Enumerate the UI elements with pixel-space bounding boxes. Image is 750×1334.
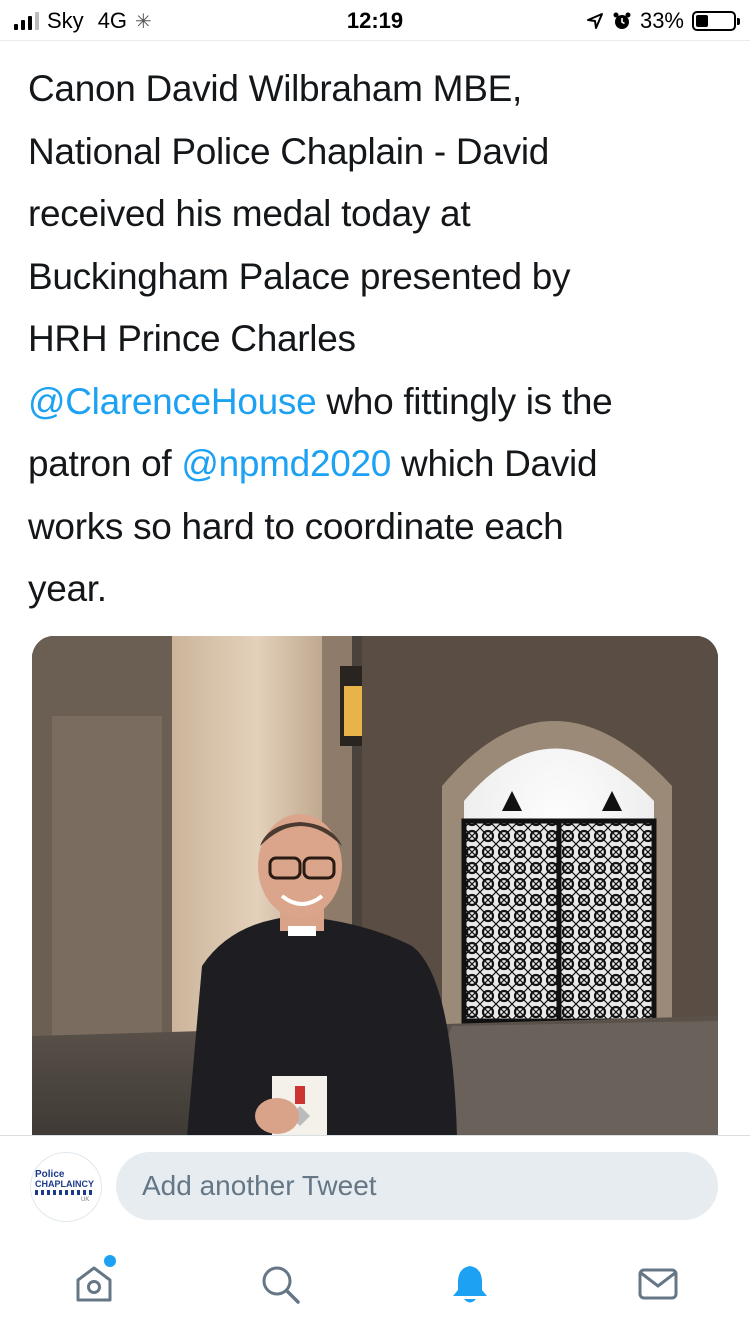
tweet-text-segment: HRH Prince Charles bbox=[28, 318, 356, 359]
search-icon[interactable] bbox=[258, 1262, 302, 1306]
avatar-checkerboard bbox=[35, 1190, 93, 1195]
tweet-text-segment: year. bbox=[28, 568, 107, 609]
add-another-tweet-input[interactable]: Add another Tweet bbox=[116, 1152, 718, 1220]
avatar-logo-line3: UK bbox=[81, 1197, 90, 1203]
alarm-clock-icon bbox=[613, 12, 631, 29]
status-bar: Sky 4G ✳ 12:19 33% bbox=[0, 0, 750, 40]
location-arrow-icon bbox=[586, 13, 603, 29]
tweet-text-segment: Buckingham Palace presented by bbox=[28, 255, 571, 297]
battery-icon bbox=[692, 11, 740, 31]
tweet-line: works so hard to coordinate each bbox=[28, 496, 728, 559]
tweet-text-segment: patron of bbox=[28, 443, 182, 484]
tweet-text-segment: National Police Chaplain - David bbox=[28, 130, 550, 172]
tweet-line: received his medal today at bbox=[28, 183, 728, 246]
notifications-icon[interactable] bbox=[448, 1262, 492, 1306]
tweet-line: @ClarenceHouse who fittingly is the bbox=[28, 371, 728, 434]
messages-icon[interactable] bbox=[636, 1262, 680, 1306]
tweet-text-segment: which David bbox=[391, 443, 598, 484]
battery-percent: 33% bbox=[639, 8, 684, 33]
tweet-line: Canon David Wilbraham MBE, bbox=[28, 58, 728, 121]
tweet-line: year. bbox=[28, 558, 728, 621]
mention-link[interactable]: @ClarenceHouse bbox=[28, 381, 317, 422]
tweet-text-segment: works so hard to coordinate each bbox=[28, 505, 564, 547]
tweet-line: patron of @npmd2020 which David bbox=[28, 433, 728, 496]
reply-divider bbox=[0, 1135, 750, 1136]
status-right: 33% bbox=[586, 8, 740, 34]
tweet-text-segment: who fittingly is the bbox=[316, 380, 613, 422]
tweet-text-segment: received his medal today at bbox=[28, 193, 471, 234]
status-divider bbox=[0, 40, 750, 41]
avatar-logo-line2: CHAPLAINCY bbox=[35, 1179, 95, 1189]
tweet-line: Buckingham Palace presented by bbox=[28, 246, 728, 309]
mention-link[interactable]: @npmd2020 bbox=[181, 443, 391, 484]
tweet-text: Canon David Wilbraham MBE, National Polic… bbox=[28, 58, 728, 621]
tweet-photo[interactable] bbox=[32, 636, 718, 1136]
tweet-text-segment: Canon David Wilbraham MBE, bbox=[28, 68, 522, 109]
avatar[interactable]: Police CHAPLAINCY UK bbox=[30, 1152, 102, 1222]
home-icon[interactable] bbox=[72, 1262, 116, 1306]
tweet-line: National Police Chaplain - David bbox=[28, 121, 728, 184]
tweet-line: HRH Prince Charles bbox=[28, 308, 728, 371]
